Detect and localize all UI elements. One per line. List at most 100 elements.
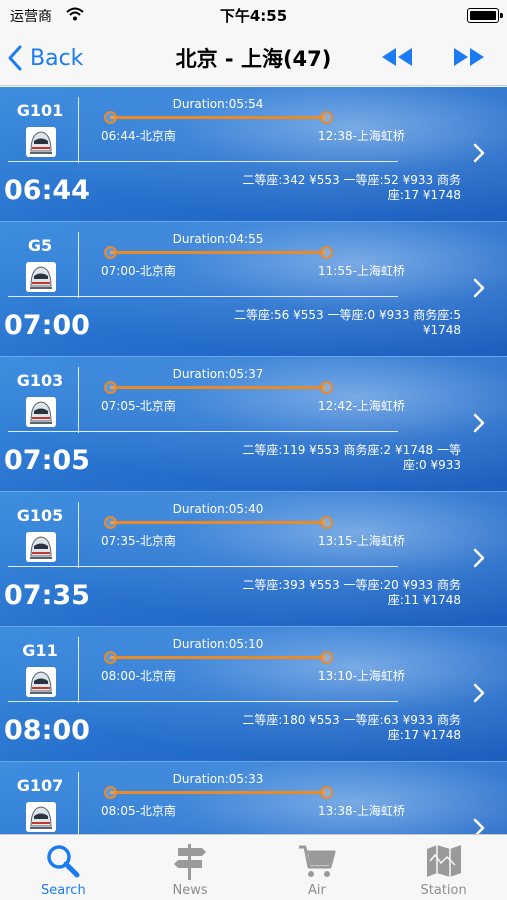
route-line [110, 791, 326, 794]
departure-time: 07:35 [4, 580, 90, 611]
tab-news[interactable]: News [127, 835, 254, 900]
train-row[interactable]: G5 Duration:04:55 07:00-北京南 11:55-上海虹桥 0… [0, 222, 507, 357]
route-start-dot [104, 651, 117, 664]
route-line [110, 521, 326, 524]
chevron-right-icon [473, 278, 485, 298]
seat-availability: 二等座:56 ¥553 一等座:0 ¥933 商务座:5 ¥1748 [233, 308, 461, 337]
row-divider [78, 502, 79, 568]
tab-search[interactable]: Search [0, 835, 127, 900]
route-start-dot [104, 111, 117, 124]
route-line [110, 251, 326, 254]
departure-station: 08:05-北京南 [101, 804, 176, 818]
route-end-dot [320, 111, 333, 124]
battery-icon [467, 8, 503, 23]
route-end-dot [320, 786, 333, 799]
tab-label: News [172, 883, 208, 898]
train-number: G105 [16, 506, 64, 525]
route-start-dot [104, 381, 117, 394]
seat-availability: 二等座:180 ¥553 一等座:63 ¥933 商务座:17 ¥1748 [242, 713, 461, 742]
departure-time: 07:00 [4, 310, 90, 341]
train-row[interactable]: G11 Duration:05:10 08:00-北京南 13:10-上海虹桥 … [0, 627, 507, 762]
tab-label: Station [420, 883, 467, 898]
chevron-right-icon [473, 143, 485, 163]
arrival-station: 13:15-上海虹桥 [318, 534, 405, 548]
arrival-station: 13:10-上海虹桥 [318, 669, 405, 683]
arrival-station: 12:38-上海虹桥 [318, 129, 405, 143]
row-divider [78, 367, 79, 433]
cart-icon [298, 845, 336, 877]
page-title: 北京 - 上海(47) [175, 47, 332, 71]
status-time: 下午4:55 [219, 7, 288, 25]
departure-time: 06:44 [4, 175, 90, 206]
train-icon [26, 397, 56, 427]
back-button[interactable]: Back [8, 40, 83, 76]
trip-duration: Duration:05:37 [172, 367, 264, 381]
map-icon [426, 845, 461, 877]
tab-label: Air [307, 883, 326, 898]
route-start-dot [104, 516, 117, 529]
arrival-station: 11:55-上海虹桥 [318, 264, 405, 278]
seat-availability: 二等座:393 ¥553 一等座:20 ¥933 商务座:11 ¥1748 [242, 578, 461, 607]
trip-duration: Duration:05:33 [172, 772, 264, 786]
trip-duration: Duration:05:10 [172, 637, 264, 651]
chevron-right-icon [473, 413, 485, 433]
signpost-icon [174, 844, 207, 880]
trip-duration: Duration:05:54 [172, 97, 264, 111]
back-label: Back [30, 45, 84, 71]
train-icon [26, 127, 56, 157]
chevron-right-icon [473, 683, 485, 703]
next-day-button[interactable] [452, 46, 486, 72]
train-row[interactable]: G107 Duration:05:33 08:05-北京南 13:38-上海虹桥 [0, 762, 507, 834]
row-divider [8, 296, 398, 297]
row-divider [8, 566, 398, 567]
departure-station: 06:44-北京南 [101, 129, 176, 143]
seat-availability: 二等座:342 ¥553 一等座:52 ¥933 商务座:17 ¥1748 [242, 173, 461, 202]
arrival-station: 12:42-上海虹桥 [318, 399, 405, 413]
route-end-dot [320, 381, 333, 394]
arrival-station: 13:38-上海虹桥 [318, 804, 405, 818]
row-divider [8, 701, 398, 702]
departure-time: 07:05 [4, 445, 90, 476]
route-line [110, 386, 326, 389]
departure-station: 07:05-北京南 [101, 399, 176, 413]
chevron-left-icon [8, 45, 22, 71]
rewind-icon [382, 48, 412, 66]
trip-duration: Duration:04:55 [172, 232, 264, 246]
tab-label: Search [41, 883, 86, 898]
route-line [110, 656, 326, 659]
tab-station[interactable]: Station [380, 835, 507, 900]
trip-duration: Duration:05:40 [172, 502, 264, 516]
train-icon [26, 262, 56, 292]
train-number: G5 [27, 236, 53, 255]
train-number: G107 [16, 776, 64, 795]
previous-day-button[interactable] [380, 46, 414, 72]
row-divider [8, 431, 398, 432]
train-number: G103 [16, 371, 64, 390]
train-icon [26, 667, 56, 697]
tab-bar: Search News Air Station [0, 834, 507, 900]
row-divider [78, 97, 79, 163]
search-icon [47, 845, 80, 878]
navigation-bar: Back 北京 - 上海(47) [0, 30, 507, 86]
train-row[interactable]: G101 Duration:05:54 06:44-北京南 12:38-上海虹桥… [0, 87, 507, 222]
train-list[interactable]: G101 Duration:05:54 06:44-北京南 12:38-上海虹桥… [0, 87, 507, 834]
departure-station: 07:00-北京南 [101, 264, 176, 278]
train-row[interactable]: G103 Duration:05:37 07:05-北京南 12:42-上海虹桥… [0, 357, 507, 492]
route-end-dot [320, 651, 333, 664]
row-divider [78, 637, 79, 703]
seat-availability: 二等座:119 ¥553 商务座:2 ¥1748 一等座:0 ¥933 [242, 443, 461, 472]
chevron-right-icon [473, 818, 485, 834]
departure-time: 08:00 [4, 715, 90, 746]
departure-station: 08:00-北京南 [101, 669, 176, 683]
train-number: G101 [16, 101, 64, 120]
departure-station: 07:35-北京南 [101, 534, 176, 548]
train-icon [26, 532, 56, 562]
row-divider [8, 161, 398, 162]
route-start-dot [104, 246, 117, 259]
train-row[interactable]: G105 Duration:05:40 07:35-北京南 13:15-上海虹桥… [0, 492, 507, 627]
route-end-dot [320, 516, 333, 529]
fast-forward-icon [454, 48, 484, 66]
tab-air[interactable]: Air [254, 835, 381, 900]
route-line [110, 116, 326, 119]
train-number: G11 [22, 641, 58, 660]
